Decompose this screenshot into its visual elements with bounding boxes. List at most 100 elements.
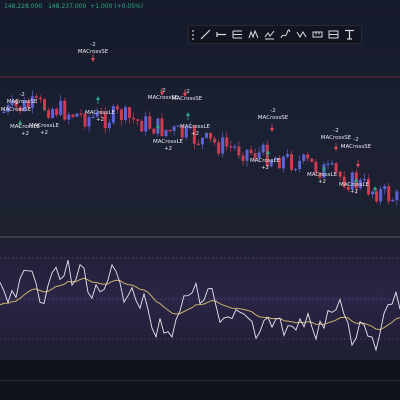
signal-annotation-label: +2 [164,146,172,152]
candle-body [172,126,176,131]
candle-body [391,200,395,202]
short-position-tool-icon[interactable] [341,27,357,42]
signal-annotation-label: -2 [184,89,189,95]
horizontal-ray-tool-icon[interactable] [213,27,229,42]
candle-body [290,154,294,170]
annotation-labels-group: -2MACrossSE-2MACrossSE-2MACrossSE-2MACro… [1,42,372,195]
candle-body [71,114,75,117]
candle-body [75,113,79,117]
signal-annotation-label: +2 [350,189,358,195]
candle-body [362,178,366,181]
short-entry-arrow-icon [270,128,274,132]
candle-body [261,144,265,153]
candle-body [144,116,148,132]
projection-tool-icon[interactable] [261,27,277,42]
signal-annotation-label: MACrossLE [29,123,60,129]
signal-annotation-label: MACrossSE [1,107,32,113]
candle-body [379,189,383,202]
signal-annotation-label: MACrossLE [307,172,338,178]
oscillator-chart[interactable] [0,238,400,360]
candle-body [310,158,314,162]
time-axis-strip[interactable] [0,360,400,400]
signal-annotation-label: -2 [353,137,358,143]
long-position-tool-icon[interactable] [325,27,341,42]
candle-body [124,107,127,121]
signal-annotation-label: MACrossSE [341,144,372,150]
trendline-tool-icon[interactable] [197,27,213,42]
measure-tool-icon[interactable] [309,27,325,42]
signal-annotation-label: -2 [333,128,338,134]
long-entry-arrow-icon [96,96,100,100]
candle-body [152,128,156,134]
signal-annotation-label: MACrossLE [153,139,184,145]
candle-body [200,137,204,145]
candle-body [302,154,306,161]
oscillator-pane[interactable] [0,238,400,360]
candle-body [395,191,399,201]
signal-annotation-label: MACrossLE [85,110,116,116]
signal-annotation-label: MACrossLE [339,182,370,188]
candles-group [2,90,399,206]
candle-body [119,109,123,121]
short-entry-arrow-icon [334,147,338,151]
candle-body [338,171,342,177]
price-pane[interactable]: 148,228.000 148,237.000 +1,000 (+0.05%) … [0,0,400,236]
toolbar-drag-handle[interactable] [189,26,197,43]
candle-body [128,107,132,118]
candle-body [383,186,387,190]
candle-body [225,137,229,147]
brush-tool-icon[interactable] [277,27,293,42]
signal-annotation-label: MACrossSE [7,99,38,105]
candle-body [387,186,391,202]
candle-body [326,163,330,165]
candle-body [330,163,334,165]
long-entry-arrow-icon [186,112,190,116]
short-entry-arrow-icon [91,58,95,62]
candle-body [87,117,91,127]
candle-body [34,96,38,98]
candle-body [306,154,310,159]
candle-body [286,154,289,157]
candle-body [91,116,95,118]
candle-body [221,137,225,154]
candle-body [294,169,298,171]
candle-body [229,146,233,148]
candle-body [107,122,111,129]
candle-body [67,114,71,120]
candle-body [79,113,83,115]
candle-body [213,138,217,143]
signal-annotation-label: -2 [160,88,165,94]
candle-body [205,132,208,138]
fib-levels-tool-icon[interactable] [229,27,245,42]
text-tool-icon[interactable] [293,27,309,42]
signal-annotation-label: MACrossSE [321,135,352,141]
pattern-tool-icon[interactable] [245,27,261,42]
candle-body [140,120,144,132]
candle-body [237,146,241,156]
candle-body [298,160,302,170]
candle-body [43,99,46,111]
drawing-toolbar[interactable] [188,25,362,44]
candle-body [196,143,200,145]
candle-body [233,146,237,148]
candle-body [115,106,119,110]
candle-body [63,100,67,120]
candle-body [132,117,136,120]
signal-annotation-label: -2 [270,108,275,114]
signal-annotation-label: +2 [40,130,48,136]
candle-body [371,191,375,195]
signal-annotation-label: +2 [261,165,269,171]
signal-annotation-label: +2 [318,179,326,185]
signal-annotation-label: -2 [90,42,95,48]
short-entry-arrow-icon [356,164,360,168]
candle-body [148,116,152,129]
candle-body [281,156,285,169]
signal-annotation-label: -2 [13,100,18,106]
signal-annotation-label: -2 [19,92,24,98]
candle-body [38,97,42,100]
candle-body [314,161,318,173]
candle-body [241,155,245,161]
candle-body [59,100,63,115]
candle-body [375,191,379,202]
candle-body [47,110,51,118]
